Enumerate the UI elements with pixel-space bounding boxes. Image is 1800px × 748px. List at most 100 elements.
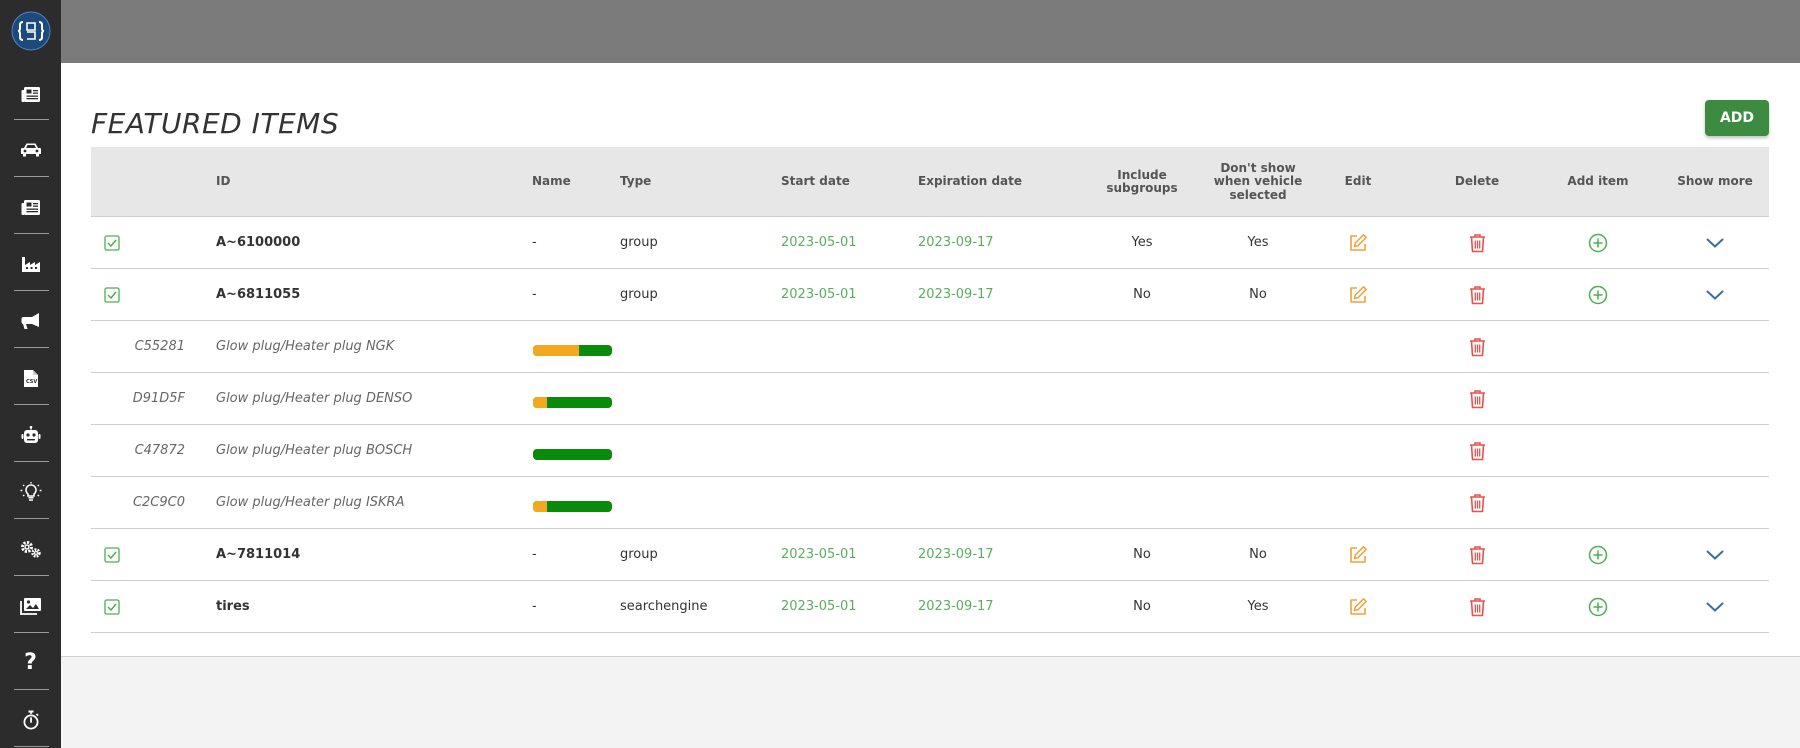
progress-bar <box>533 448 612 460</box>
sidebar-item-timer[interactable] <box>0 694 61 746</box>
trash-icon <box>1469 493 1485 512</box>
show-more-button[interactable] <box>1695 217 1735 268</box>
row-checkbox[interactable] <box>104 529 124 580</box>
column-header-name[interactable]: Name <box>532 147 612 217</box>
table-row: A~6100000 - group 2023-05-01 2023-09-17 … <box>91 217 1769 269</box>
add-button[interactable]: ADD <box>1705 100 1769 136</box>
delete-button[interactable] <box>1457 373 1497 424</box>
add-item-button[interactable] <box>1578 269 1618 320</box>
item-type: group <box>620 235 658 250</box>
sub-item-code: C2C9C0 <box>132 495 185 510</box>
progress-bar-fill <box>533 396 548 408</box>
edit-icon <box>1350 597 1367 615</box>
edit-icon <box>1350 233 1367 251</box>
table-row: A~6811055 - group 2023-05-01 2023-09-17 … <box>91 269 1769 321</box>
item-expiration-date: 2023-09-17 <box>918 287 994 302</box>
sidebar-item-settings[interactable] <box>0 523 61 575</box>
item-dont-show: No <box>1249 287 1267 302</box>
sub-item-name: Glow plug/Heater plug BOSCH <box>216 443 413 458</box>
item-type: searchengine <box>620 599 708 614</box>
item-id: A~6100000 <box>216 235 301 250</box>
sidebar-item-csv-import[interactable]: CSV <box>0 352 61 404</box>
delete-button[interactable] <box>1457 321 1497 372</box>
show-more-button[interactable] <box>1695 269 1735 320</box>
column-header-start-date[interactable]: Start date <box>781 147 891 217</box>
item-name: - <box>532 547 537 562</box>
images-icon <box>19 598 41 615</box>
row-checkbox[interactable] <box>104 581 124 632</box>
lightbulb-icon <box>20 482 41 501</box>
row-checkbox[interactable] <box>104 217 124 268</box>
plus-circle-icon <box>1588 285 1608 304</box>
checkbox-checked-icon <box>104 598 120 615</box>
sub-item-row: C55281 Glow plug/Heater plug NGK <box>91 321 1769 373</box>
delete-button[interactable] <box>1457 529 1497 580</box>
sub-item-code: C55281 <box>134 339 185 354</box>
column-header-id[interactable]: ID <box>216 147 296 217</box>
add-item-button[interactable] <box>1578 529 1618 580</box>
item-include-subgroups: No <box>1133 599 1151 614</box>
sub-item-row: C47872 Glow plug/Heater plug BOSCH <box>91 425 1769 477</box>
chevron-down-icon <box>1706 602 1724 612</box>
sidebar-item-media[interactable] <box>0 580 61 632</box>
column-header-type[interactable]: Type <box>620 147 720 217</box>
show-more-button[interactable] <box>1695 529 1735 580</box>
column-header-show-more: Show more <box>1677 174 1753 189</box>
delete-button[interactable] <box>1457 217 1497 268</box>
column-header-include-subgroups[interactable]: Include subgroups <box>1097 147 1187 217</box>
sidebar-item-manufacturers[interactable] <box>0 238 61 290</box>
sidebar-item-help[interactable]: ? <box>0 637 61 689</box>
sub-item-progress <box>533 321 623 372</box>
delete-button[interactable] <box>1457 425 1497 476</box>
item-name: - <box>532 235 537 250</box>
sidebar-item-vehicles[interactable] <box>0 124 61 176</box>
edit-button[interactable] <box>1338 529 1378 580</box>
plus-circle-icon <box>1588 597 1608 616</box>
sub-item-name: Glow plug/Heater plug ISKRA <box>216 495 405 510</box>
show-more-button[interactable] <box>1695 581 1735 632</box>
sidebar-item-articles[interactable] <box>0 181 61 233</box>
top-bar <box>61 0 1800 63</box>
checkbox-checked-icon <box>104 546 120 563</box>
featured-items-table: ID Name Type Start date Expiration date … <box>91 147 1769 633</box>
progress-bar <box>533 500 612 512</box>
row-checkbox[interactable] <box>104 269 124 320</box>
trash-icon <box>1469 389 1485 408</box>
plus-circle-icon <box>1588 233 1608 252</box>
sidebar-item-promotions[interactable] <box>0 295 61 347</box>
item-expiration-date: 2023-09-17 <box>918 547 994 562</box>
column-header-dont-show[interactable]: Don't show when vehicle selected <box>1208 147 1308 217</box>
chevron-down-icon <box>1706 550 1724 560</box>
delete-button[interactable] <box>1457 581 1497 632</box>
sub-item-code: C47872 <box>134 443 185 458</box>
column-header-delete: Delete <box>1454 174 1500 189</box>
factory-icon <box>21 256 40 272</box>
column-header-edit: Edit <box>1344 174 1372 189</box>
edit-button[interactable] <box>1338 581 1378 632</box>
delete-button[interactable] <box>1457 269 1497 320</box>
add-item-button[interactable] <box>1578 581 1618 632</box>
delete-button[interactable] <box>1457 477 1497 528</box>
megaphone-icon <box>21 313 39 329</box>
robot-icon <box>21 426 40 443</box>
trash-icon <box>1469 597 1485 616</box>
sub-item-name: Glow plug/Heater plug NGK <box>216 339 395 354</box>
sidebar-item-news[interactable] <box>0 68 61 120</box>
table-row: A~7811014 - group 2023-05-01 2023-09-17 … <box>91 529 1769 581</box>
edit-button[interactable] <box>1338 269 1378 320</box>
item-start-date: 2023-05-01 <box>781 547 857 562</box>
page-title: FEATURED ITEMS <box>91 107 340 140</box>
sidebar-item-ideas[interactable] <box>0 466 61 518</box>
edit-button[interactable] <box>1338 217 1378 268</box>
item-dont-show: Yes <box>1247 235 1269 250</box>
column-header-add-item: Add item <box>1567 174 1629 189</box>
table-header: ID Name Type Start date Expiration date … <box>91 147 1769 217</box>
item-start-date: 2023-05-01 <box>781 599 857 614</box>
progress-bar <box>533 344 612 356</box>
sub-item-row: D91D5F Glow plug/Heater plug DENSO <box>91 373 1769 425</box>
add-item-button[interactable] <box>1578 217 1618 268</box>
app-logo[interactable] <box>0 0 61 62</box>
edit-icon <box>1350 545 1367 563</box>
sidebar-item-automation[interactable] <box>0 409 61 461</box>
column-header-expiration-date[interactable]: Expiration date <box>918 147 1048 217</box>
